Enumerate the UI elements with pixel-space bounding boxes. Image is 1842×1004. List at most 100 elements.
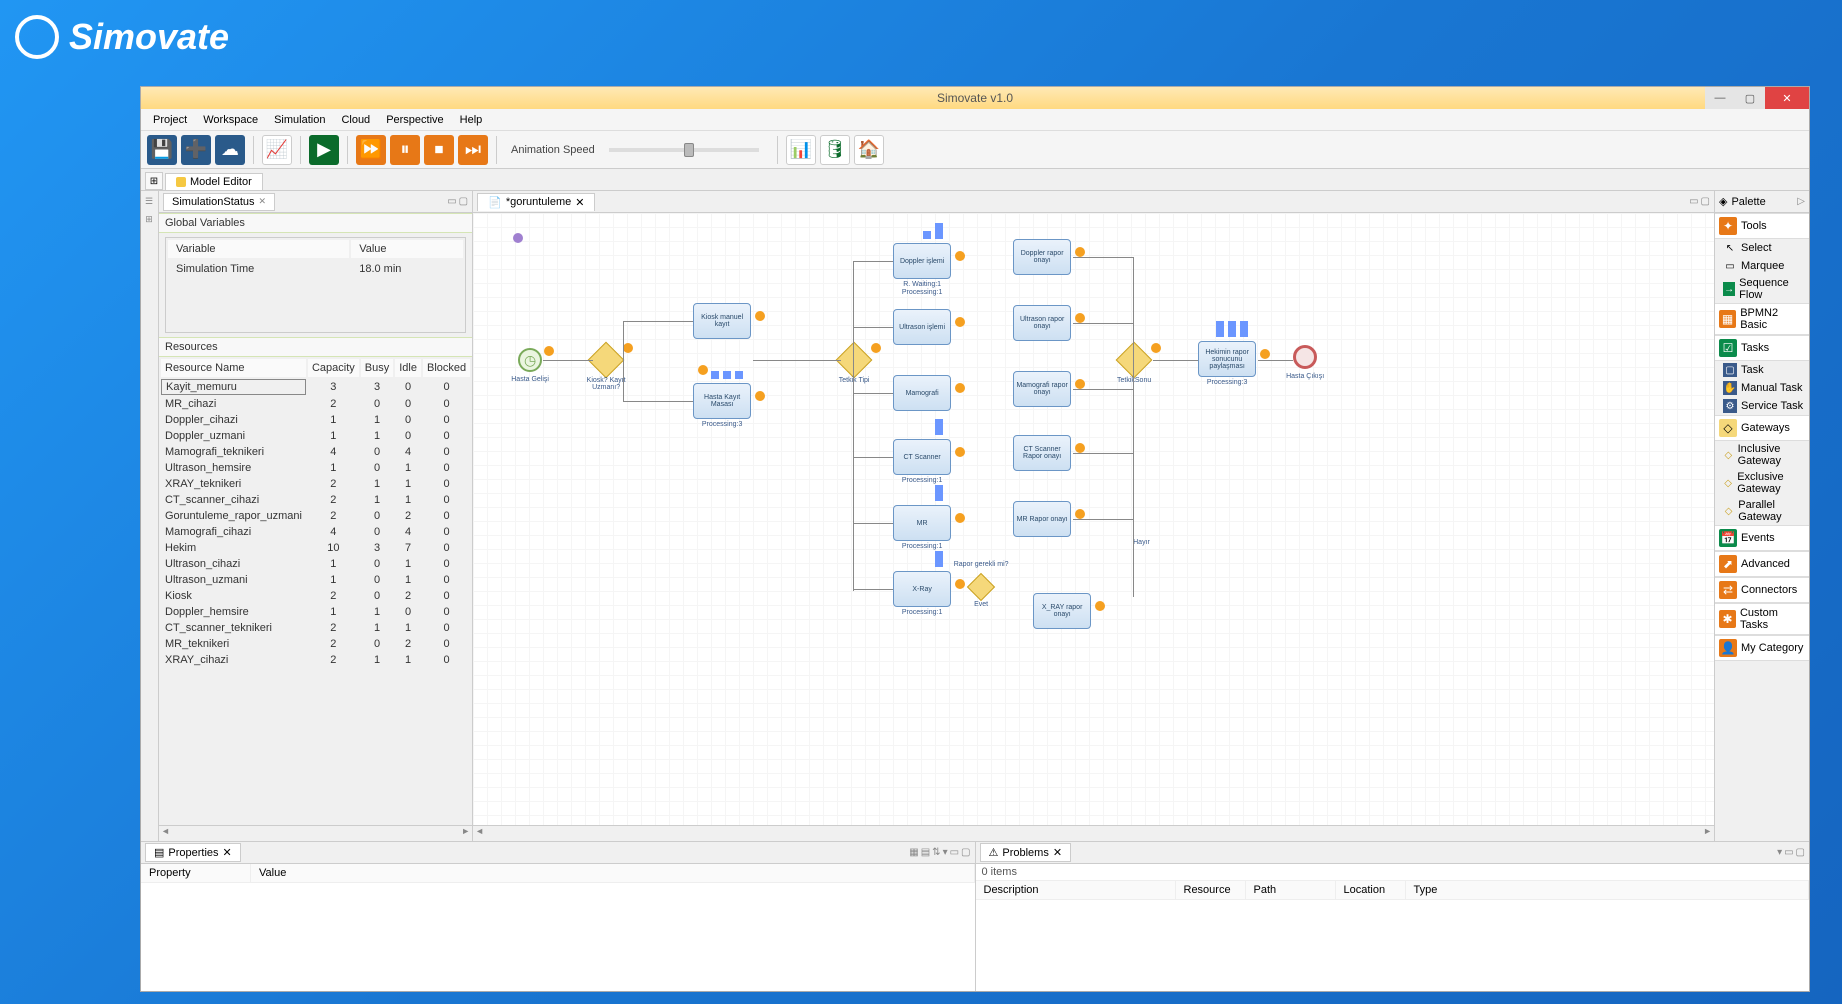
gateway-tetkik-tipi[interactable]	[836, 342, 873, 379]
minimize-button[interactable]: —	[1705, 87, 1735, 109]
tab-diagram[interactable]: 📄*goruntuleme ✕	[477, 193, 595, 211]
task-ultrason[interactable]: Ultrason işlemi	[893, 309, 951, 345]
gateway-rapor-gerekli[interactable]	[967, 573, 995, 601]
report-button[interactable]: 📊	[786, 135, 816, 165]
gutter-icon[interactable]: ☰	[141, 193, 157, 209]
database-button[interactable]: 🛢	[820, 135, 850, 165]
menu-cloud[interactable]: Cloud	[333, 111, 378, 129]
play-button[interactable]: ▶	[309, 135, 339, 165]
task-doppler[interactable]: Doppler işlemi	[893, 243, 951, 279]
gateway-tetkik-sonu[interactable]	[1116, 342, 1153, 379]
palette-item-marquee[interactable]: ▭Marquee	[1715, 257, 1809, 275]
maximize-icon[interactable]: ▢	[459, 196, 468, 207]
minimize-icon[interactable]: ▭	[1784, 847, 1793, 858]
pause-button[interactable]: ⏸	[390, 135, 420, 165]
maximize-icon[interactable]: ▢	[1796, 847, 1805, 858]
close-icon[interactable]: ✕	[575, 196, 584, 209]
minimize-icon[interactable]: ▭	[447, 196, 456, 207]
tab-properties[interactable]: ▤Properties✕	[145, 843, 241, 862]
table-row[interactable]: Ultrason_hemsire1010	[161, 461, 470, 475]
perspective-icon[interactable]: ⊞	[145, 172, 163, 190]
close-icon[interactable]: ✕	[223, 846, 232, 859]
task-ct-rapor[interactable]: CT Scanner Rapor onayı	[1013, 435, 1071, 471]
toolbar-icon[interactable]: ⇅	[932, 847, 940, 858]
palette-item-exclusive-gw[interactable]: ◇Exclusive Gateway	[1715, 469, 1809, 497]
task-mamografi-rapor[interactable]: Mamografi rapor onayı	[1013, 371, 1071, 407]
toolbar-icon[interactable]: ▾	[943, 847, 948, 858]
chevron-right-icon[interactable]: ▷	[1797, 196, 1805, 207]
table-row[interactable]: Ultrason_cihazi1010	[161, 557, 470, 571]
palette-cat-custom[interactable]: ✱Custom Tasks	[1715, 603, 1809, 635]
cloud-button[interactable]: ☁	[215, 135, 245, 165]
palette-cat-advanced[interactable]: ⬈Advanced	[1715, 551, 1809, 577]
chart-button[interactable]: 📈	[262, 135, 292, 165]
table-row[interactable]: Mamografi_teknikeri4040	[161, 445, 470, 459]
table-row[interactable]: XRAY_cihazi2110	[161, 653, 470, 667]
table-row[interactable]: MR_teknikeri2020	[161, 637, 470, 651]
table-row[interactable]: XRAY_teknikeri2110	[161, 477, 470, 491]
task-hekim-rapor[interactable]: Hekimin rapor sonucunu paylaşması	[1198, 341, 1256, 377]
maximize-icon[interactable]: ▢	[961, 847, 970, 858]
tab-simulation-status[interactable]: SimulationStatus ✕	[163, 193, 275, 211]
save-button[interactable]: 💾	[147, 135, 177, 165]
palette-item-seqflow[interactable]: →Sequence Flow	[1715, 275, 1809, 303]
palette-cat-tools[interactable]: ✦Tools	[1715, 213, 1809, 239]
palette-cat-bpmn[interactable]: ▦BPMN2 Basic	[1715, 303, 1809, 335]
palette-item-parallel-gw[interactable]: ◇Parallel Gateway	[1715, 497, 1809, 525]
palette-cat-connectors[interactable]: ⇄Connectors	[1715, 577, 1809, 603]
fast-forward-button[interactable]: ⏩	[356, 135, 386, 165]
palette-item-manual-task[interactable]: ✋Manual Task	[1715, 379, 1809, 397]
table-row[interactable]: Doppler_uzmani1100	[161, 429, 470, 443]
task-doppler-rapor[interactable]: Doppler rapor onayı	[1013, 239, 1071, 275]
toolbar-icon[interactable]: ▤	[921, 847, 930, 858]
table-row[interactable]: Ultrason_uzmani1010	[161, 573, 470, 587]
menu-simulation[interactable]: Simulation	[266, 111, 333, 129]
animation-speed-slider[interactable]	[609, 148, 759, 152]
palette-cat-tasks[interactable]: ☑Tasks	[1715, 335, 1809, 361]
start-event[interactable]	[518, 348, 542, 372]
step-button[interactable]: ⏭	[458, 135, 488, 165]
table-row[interactable]: Kayit_memuru3300	[161, 379, 470, 395]
minimize-icon[interactable]: ▭	[950, 847, 959, 858]
table-row[interactable]: CT_scanner_cihazi2110	[161, 493, 470, 507]
palette-item-inclusive-gw[interactable]: ◇Inclusive Gateway	[1715, 441, 1809, 469]
task-mamografi[interactable]: Mamografi	[893, 375, 951, 411]
canvas-scrollbar[interactable]	[473, 825, 1714, 841]
task-hasta-kayit[interactable]: Hasta Kayıt Masası	[693, 383, 751, 419]
table-row[interactable]: CT_scanner_teknikeri2110	[161, 621, 470, 635]
task-ct-scanner[interactable]: CT Scanner	[893, 439, 951, 475]
close-icon[interactable]: ✕	[259, 196, 267, 207]
new-button[interactable]: ➕	[181, 135, 211, 165]
table-row[interactable]: Goruntuleme_rapor_uzmani2020	[161, 509, 470, 523]
task-xray[interactable]: X-Ray	[893, 571, 951, 607]
tab-problems[interactable]: ⚠Problems✕	[980, 843, 1072, 862]
table-row[interactable]: MR_cihazi2000	[161, 397, 470, 411]
tab-model-editor[interactable]: Model Editor	[165, 173, 263, 190]
titlebar[interactable]: Simovate v1.0 — ▢ ✕	[141, 87, 1809, 109]
task-mr[interactable]: MR	[893, 505, 951, 541]
task-mr-rapor[interactable]: MR Rapor onayı	[1013, 501, 1071, 537]
toolbar-icon[interactable]: ▦	[909, 847, 918, 858]
close-icon[interactable]: ✕	[1053, 846, 1062, 859]
menu-help[interactable]: Help	[452, 111, 491, 129]
task-kiosk-manual[interactable]: Kiosk manuel kayıt	[693, 303, 751, 339]
palette-item-task[interactable]: ▢Task	[1715, 361, 1809, 379]
palette-cat-mycategory[interactable]: 👤My Category	[1715, 635, 1809, 661]
table-row[interactable]: Doppler_cihazi1100	[161, 413, 470, 427]
gateway-kiosk[interactable]	[588, 342, 625, 379]
diagram-canvas[interactable]: Hasta Gelişi Kiosk? Kayıt Uzmanı? Kiosk …	[473, 213, 1714, 825]
table-row[interactable]: Mamografi_cihazi4040	[161, 525, 470, 539]
close-button[interactable]: ✕	[1765, 87, 1809, 109]
palette-cat-gateways[interactable]: ◇Gateways	[1715, 415, 1809, 441]
palette-item-service-task[interactable]: ⚙Service Task	[1715, 397, 1809, 415]
gutter-icon[interactable]: ⊞	[141, 211, 157, 227]
table-row[interactable]: Kiosk2020	[161, 589, 470, 603]
menu-workspace[interactable]: Workspace	[195, 111, 266, 129]
task-xray-rapor[interactable]: X_RAY rapor onayı	[1033, 593, 1091, 629]
maximize-icon[interactable]: ▢	[1701, 196, 1710, 207]
palette-cat-events[interactable]: 📅Events	[1715, 525, 1809, 551]
end-event[interactable]	[1293, 345, 1317, 369]
palette-item-select[interactable]: ↖Select	[1715, 239, 1809, 257]
menu-perspective[interactable]: Perspective	[378, 111, 451, 129]
home-button[interactable]: 🏠	[854, 135, 884, 165]
